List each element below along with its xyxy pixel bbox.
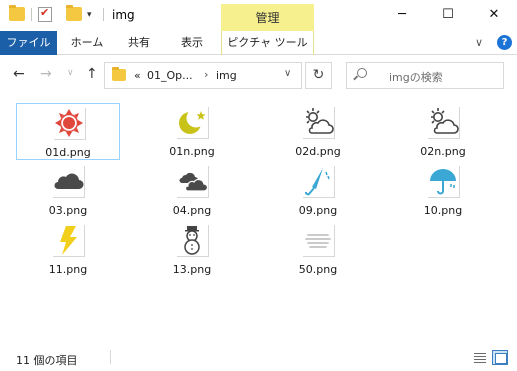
customize-quick-access-icon[interactable]: ▾ xyxy=(87,10,92,20)
search-input[interactable]: imgの検索 xyxy=(346,62,504,89)
sun-icon xyxy=(53,107,85,139)
file-item[interactable]: 10.png xyxy=(391,162,495,219)
file-item[interactable]: 02n.png xyxy=(391,103,495,160)
properties-icon[interactable] xyxy=(38,6,52,22)
details-view-icon[interactable] xyxy=(472,350,488,365)
address-dropdown-icon[interactable]: ∨ xyxy=(284,68,291,79)
moon-star-icon xyxy=(176,106,208,138)
tab-picture-tools[interactable]: ピクチャ ツール xyxy=(221,31,314,55)
file-name: 03.png xyxy=(48,204,88,217)
search-placeholder: imgの検索 xyxy=(389,71,443,84)
lightning-icon xyxy=(52,224,84,256)
breadcrumb-chevron-icon[interactable]: › xyxy=(204,68,208,81)
forward-arrow-icon[interactable]: → xyxy=(40,66,52,82)
search-icon xyxy=(357,68,367,78)
quick-access-separator xyxy=(103,8,104,21)
tab-home[interactable]: ホーム xyxy=(62,31,112,55)
file-name: 09.png xyxy=(298,204,338,217)
recent-locations-icon[interactable]: ∨ xyxy=(67,68,74,78)
up-arrow-icon[interactable]: ↑ xyxy=(86,66,98,82)
closed-umbrella-icon xyxy=(302,165,334,197)
file-name: 02n.png xyxy=(420,145,466,158)
tab-file[interactable]: ファイル xyxy=(0,31,57,55)
file-name: 50.png xyxy=(298,263,338,276)
file-name: 02d.png xyxy=(295,145,341,158)
help-icon[interactable]: ? xyxy=(497,35,512,50)
large-icons-view-icon[interactable] xyxy=(492,350,508,365)
file-item[interactable]: 01d.png xyxy=(16,103,120,160)
expand-ribbon-icon[interactable]: ∨ xyxy=(475,36,483,49)
ribbon-tabs: ファイル ホーム 共有 表示 ピクチャ ツール ∨ ? xyxy=(0,31,517,55)
umbrella-rain-icon xyxy=(427,165,459,197)
close-icon[interactable]: ✕ xyxy=(471,0,517,31)
minimize-icon[interactable]: ─ xyxy=(379,0,425,31)
cloud-icon xyxy=(52,165,84,197)
status-divider xyxy=(110,350,111,364)
file-name: 01d.png xyxy=(45,146,91,159)
file-name: 11.png xyxy=(48,263,88,276)
sun-cloud-icon xyxy=(427,106,459,138)
file-name: 04.png xyxy=(172,204,212,217)
new-folder-icon[interactable] xyxy=(66,5,82,21)
address-bar[interactable]: « 01_Op... › img ∨ xyxy=(104,62,302,89)
tab-share[interactable]: 共有 xyxy=(115,31,163,55)
mist-icon xyxy=(302,224,334,256)
status-item-count: 11 個の項目 xyxy=(16,354,78,367)
file-name: 13.png xyxy=(172,263,212,276)
file-item[interactable]: 01n.png xyxy=(140,103,244,160)
file-item[interactable]: 50.png xyxy=(266,221,370,278)
file-item[interactable]: 13.png xyxy=(140,221,244,278)
breadcrumb-current[interactable]: img xyxy=(216,69,237,82)
file-name: 01n.png xyxy=(169,145,215,158)
title-bar: ▾ img 管理 ─ ☐ ✕ xyxy=(0,0,517,31)
address-overflow[interactable]: « xyxy=(134,69,141,82)
double-cloud-icon xyxy=(176,165,208,197)
file-item[interactable]: 11.png xyxy=(16,221,120,278)
back-arrow-icon[interactable]: ← xyxy=(13,66,25,82)
sun-cloud-icon xyxy=(302,106,334,138)
file-item[interactable]: 04.png xyxy=(140,162,244,219)
window-title: img xyxy=(112,8,135,22)
quick-access-separator xyxy=(31,8,32,21)
refresh-icon[interactable]: ↻ xyxy=(305,62,332,89)
tab-view[interactable]: 表示 xyxy=(167,31,217,55)
file-name: 10.png xyxy=(423,204,463,217)
file-item[interactable]: 02d.png xyxy=(266,103,370,160)
folder-icon xyxy=(112,67,126,81)
file-item[interactable]: 03.png xyxy=(16,162,120,219)
maximize-icon[interactable]: ☐ xyxy=(425,0,471,31)
snowman-icon xyxy=(176,224,208,256)
breadcrumb-parent[interactable]: 01_Op... xyxy=(147,69,193,82)
folder-icon xyxy=(9,5,25,21)
file-item[interactable]: 09.png xyxy=(266,162,370,219)
context-tab-header: 管理 xyxy=(221,4,314,31)
